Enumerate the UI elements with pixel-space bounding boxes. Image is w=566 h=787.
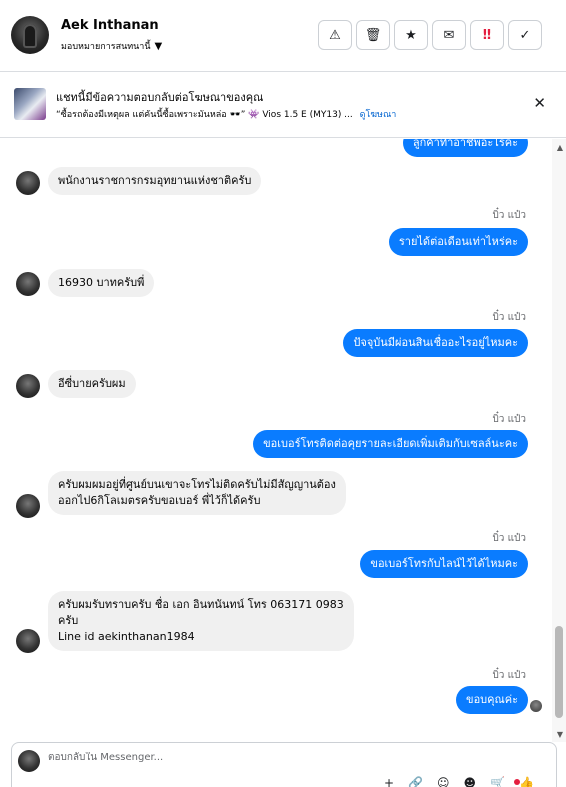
ad-context-subtitle: “ซื้อรถต้องมีเหตุผล แต่คันนี้ซื้อเพราะมั… xyxy=(56,107,396,121)
incoming-message[interactable]: 16930 บาทครับพี่ xyxy=(48,269,155,297)
contact-avatar-small xyxy=(16,272,40,296)
mail-icon: ✉ xyxy=(443,27,455,43)
scrollbar-thumb[interactable] xyxy=(555,626,563,718)
sticker-icon[interactable]: ☻ xyxy=(464,776,477,787)
incoming-message[interactable]: อีซี่บายครับผม xyxy=(48,370,136,398)
contact-name[interactable]: Aek Inthanan xyxy=(61,18,159,33)
message-line: Line id aekinthanan1984 xyxy=(58,630,195,643)
composer-tools: + 🔗 ☺ ☻ 🛒 👍 xyxy=(384,776,534,787)
delete-button[interactable]: 🗑 xyxy=(356,20,390,50)
ad-context-title: แชทนี้มีข้อความตอบกลับต่อโฆษณาของคุณ xyxy=(56,91,264,104)
star-button[interactable]: ★ xyxy=(394,20,428,50)
assign-dropdown[interactable]: มอบหมายการสนทนานี้ ▼ xyxy=(61,39,162,53)
message-line: ครับผมรับทราบครับ ชื่อ เอก อินทนันทน์ โท… xyxy=(58,598,344,611)
message-thread: ลูกค้าทำอาชีพอะไรคะ พนักงานราชการกรมอุทย… xyxy=(0,139,566,742)
seen-by-label: บิ๋ว แป๋ว xyxy=(492,210,526,221)
mark-unread-button[interactable]: ✉ xyxy=(432,20,466,50)
outgoing-message[interactable]: ขอบคุณค่ะ xyxy=(456,686,528,714)
incoming-message[interactable]: ครับผมผมอยู่ที่ศูนย์บนเขาจะโทรไม่ติดครับ… xyxy=(48,471,346,515)
close-icon[interactable]: ✕ xyxy=(533,94,546,112)
seen-by-label: บิ๋ว แป๋ว xyxy=(492,312,526,323)
message-line: ออกไป6กิโลเมตรครับขอเบอร์ พี่ไว้ก็ได้ครั… xyxy=(58,494,261,507)
read-receipt-avatar xyxy=(530,700,542,712)
notification-dot xyxy=(514,779,520,785)
check-icon: ✓ xyxy=(519,27,531,43)
spam-button[interactable]: ‼ xyxy=(470,20,504,50)
emoji-icon[interactable]: ☺ xyxy=(437,776,450,787)
ad-thumbnail[interactable] xyxy=(14,88,46,120)
attach-icon[interactable]: 🔗 xyxy=(408,776,423,787)
contact-avatar-small xyxy=(16,374,40,398)
caret-down-icon: ▼ xyxy=(154,40,163,52)
like-icon[interactable]: 👍 xyxy=(519,776,534,787)
mark-done-button[interactable]: ✓ xyxy=(508,20,542,50)
contact-avatar-small xyxy=(16,171,40,195)
outgoing-message[interactable]: รายได้ต่อเดือนเท่าไหร่คะ xyxy=(388,228,528,256)
shop-icon[interactable]: 🛒 xyxy=(490,776,505,787)
outgoing-message[interactable]: ขอเบอร์โทรติดต่อคุยรายละเอียดเพิ่มเติมกั… xyxy=(253,430,528,458)
scroll-down-arrow-icon[interactable]: ▼ xyxy=(557,730,563,739)
incoming-message[interactable]: พนักงานราชการกรมอุทยานแห่งชาติครับ xyxy=(48,167,262,195)
add-icon[interactable]: + xyxy=(384,776,394,787)
view-ad-link[interactable]: ดูโฆษณา xyxy=(360,110,397,120)
contact-avatar-small xyxy=(16,494,40,518)
seen-by-label: บิ๋ว แป๋ว xyxy=(492,533,526,544)
reply-input[interactable] xyxy=(48,752,528,763)
contact-avatar[interactable] xyxy=(11,16,49,54)
conversation-actions: ⚠ 🗑 ★ ✉ ‼ ✓ xyxy=(318,20,542,50)
scroll-up-arrow-icon[interactable]: ▲ xyxy=(557,143,563,152)
assign-label: มอบหมายการสนทนานี้ xyxy=(61,42,151,52)
outgoing-message[interactable]: ปัจจุบันมีผ่อนสินเชื่ออะไรอยู่ไหมคะ xyxy=(343,329,528,357)
star-icon: ★ xyxy=(405,27,417,43)
incoming-message[interactable]: ครับผมรับทราบครับ ชื่อ เอก อินทนันทน์ โท… xyxy=(48,591,354,651)
outgoing-message[interactable]: ลูกค้าทำอาชีพอะไรคะ xyxy=(402,139,528,157)
warning-button[interactable]: ⚠ xyxy=(318,20,352,50)
warning-icon: ⚠ xyxy=(329,27,341,43)
outgoing-message[interactable]: ขอเบอร์โทรกับไลน์ไว้ได้ไหมคะ xyxy=(360,550,528,578)
spam-icon: ‼ xyxy=(482,27,492,43)
trash-icon: 🗑 xyxy=(364,27,382,43)
page-avatar xyxy=(18,750,40,772)
seen-by-label: บิ๋ว แป๋ว xyxy=(492,414,526,425)
seen-by-label: บิ๋ว แป๋ว xyxy=(492,670,526,681)
contact-avatar-small xyxy=(16,629,40,653)
message-line: ครับ xyxy=(58,614,79,627)
message-line: ครับผมผมอยู่ที่ศูนย์บนเขาจะโทรไม่ติดครับ… xyxy=(58,478,336,491)
ad-caption: “ซื้อรถต้องมีเหตุผล แต่คันนี้ซื้อเพราะมั… xyxy=(56,110,353,120)
